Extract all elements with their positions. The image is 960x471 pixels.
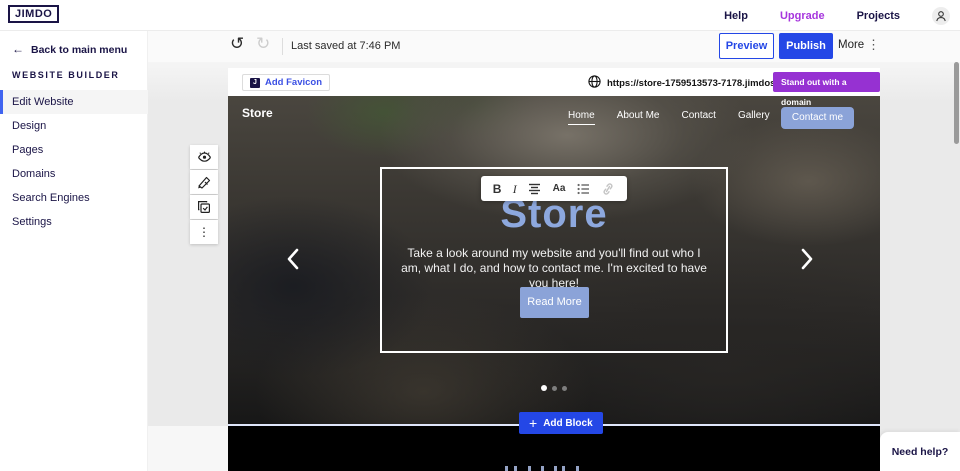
sidebar-item-settings[interactable]: Settings	[0, 210, 148, 234]
more-menu-icon[interactable]: ⋮	[867, 37, 880, 53]
block-tools: ⋮	[190, 145, 218, 245]
site-nav-home[interactable]: Home	[568, 110, 595, 125]
clipped-text-fragment	[576, 466, 579, 471]
carousel-dots	[228, 385, 880, 391]
sidebar-item-design[interactable]: Design	[0, 114, 148, 138]
preview-button[interactable]: Preview	[719, 33, 774, 59]
publish-button[interactable]: Publish	[779, 33, 833, 59]
carousel-prev-button[interactable]	[286, 248, 300, 270]
clipped-text-fragment	[514, 466, 517, 471]
projects-link[interactable]: Projects	[857, 10, 900, 22]
clipped-text-fragment	[554, 466, 557, 471]
vertical-dots-icon: ⋮	[198, 225, 210, 239]
clipped-text-fragment	[541, 466, 544, 471]
workspace-gutter	[148, 426, 228, 471]
top-header: JIMDO Help Upgrade Projects	[0, 0, 960, 31]
favicon-bar: J Add Favicon https://store-1759513573-7…	[228, 68, 880, 96]
sidebar-item-edit-website[interactable]: Edit Website	[0, 90, 148, 114]
text-format-toolbar: B I Aa	[481, 176, 627, 201]
back-label: Back to main menu	[31, 44, 127, 56]
header-nav: Help Upgrade Projects	[724, 0, 950, 31]
last-saved-status: Last saved at 7:46 PM	[291, 40, 400, 52]
sidebar-item-search-engines[interactable]: Search Engines	[0, 186, 148, 210]
editor-toolbar: ↺ ↻ Last saved at 7:46 PM Preview Publis…	[148, 31, 960, 62]
bold-icon[interactable]: B	[493, 183, 502, 195]
back-to-main-menu[interactable]: ← Back to main menu	[12, 42, 127, 56]
clipped-text-fragment	[528, 466, 531, 471]
add-favicon-label: Add Favicon	[265, 77, 322, 88]
site-nav: Home About Me Contact Gallery	[568, 110, 770, 125]
block-style-button[interactable]	[190, 170, 218, 194]
sidebar: ← Back to main menu WEBSITE BUILDER Edit …	[0, 31, 148, 471]
duplicate-block-button[interactable]	[190, 195, 218, 219]
clipped-text-fragment	[505, 466, 508, 471]
back-arrow-icon: ←	[12, 42, 24, 56]
eye-icon	[197, 151, 212, 163]
undo-button[interactable]: ↺	[230, 34, 244, 54]
upgrade-link[interactable]: Upgrade	[780, 10, 825, 22]
person-icon	[935, 10, 947, 22]
copy-icon	[197, 200, 211, 214]
globe-icon	[588, 75, 601, 88]
sidebar-section-title: WEBSITE BUILDER	[12, 70, 120, 80]
help-link[interactable]: Help	[724, 10, 748, 22]
plus-icon: +	[529, 416, 537, 430]
website-preview: Store Home About Me Contact Gallery Cont…	[228, 96, 880, 425]
add-block-label: Add Block	[543, 418, 592, 429]
hide-block-button[interactable]	[190, 145, 218, 169]
link-icon[interactable]	[601, 183, 615, 195]
jimdo-logo[interactable]: JIMDO	[8, 5, 59, 23]
italic-icon[interactable]: I	[513, 183, 517, 195]
carousel-dot-1[interactable]	[541, 385, 547, 391]
user-avatar[interactable]	[932, 7, 950, 25]
site-nav-gallery[interactable]: Gallery	[738, 110, 770, 125]
toolbar-divider	[282, 38, 283, 55]
block-more-button[interactable]: ⋮	[190, 220, 218, 244]
scrollbar-thumb[interactable]	[954, 62, 959, 144]
more-button[interactable]: More	[838, 39, 864, 51]
sidebar-item-pages[interactable]: Pages	[0, 138, 148, 162]
need-help-button[interactable]: Need help?	[880, 432, 960, 471]
hero-description[interactable]: Take a look around my website and you'll…	[398, 246, 710, 291]
add-favicon-button[interactable]: J Add Favicon	[242, 74, 330, 91]
favicon-placeholder-icon: J	[250, 78, 260, 88]
site-nav-contact[interactable]: Contact	[682, 110, 716, 125]
carousel-dot-3[interactable]	[562, 386, 567, 391]
list-icon[interactable]	[577, 183, 590, 195]
align-center-icon[interactable]	[528, 183, 541, 195]
jimdo-editor: JIMDO Help Upgrade Projects ↺ ↻ Last sav…	[0, 0, 960, 471]
stand-out-domain-button[interactable]: Stand out with a domain	[773, 72, 880, 92]
style-brush-icon	[197, 176, 211, 189]
redo-button[interactable]: ↻	[256, 34, 270, 54]
site-logo[interactable]: Store	[242, 106, 273, 120]
read-more-button[interactable]: Read More	[520, 287, 589, 318]
clipped-text-fragment	[562, 466, 565, 471]
font-style-icon[interactable]: Aa	[553, 184, 566, 194]
carousel-dot-2[interactable]	[552, 386, 557, 391]
add-block-button[interactable]: + Add Block	[519, 412, 603, 434]
site-nav-about-me[interactable]: About Me	[617, 110, 660, 125]
sidebar-item-domains[interactable]: Domains	[0, 162, 148, 186]
carousel-next-button[interactable]	[800, 248, 814, 270]
